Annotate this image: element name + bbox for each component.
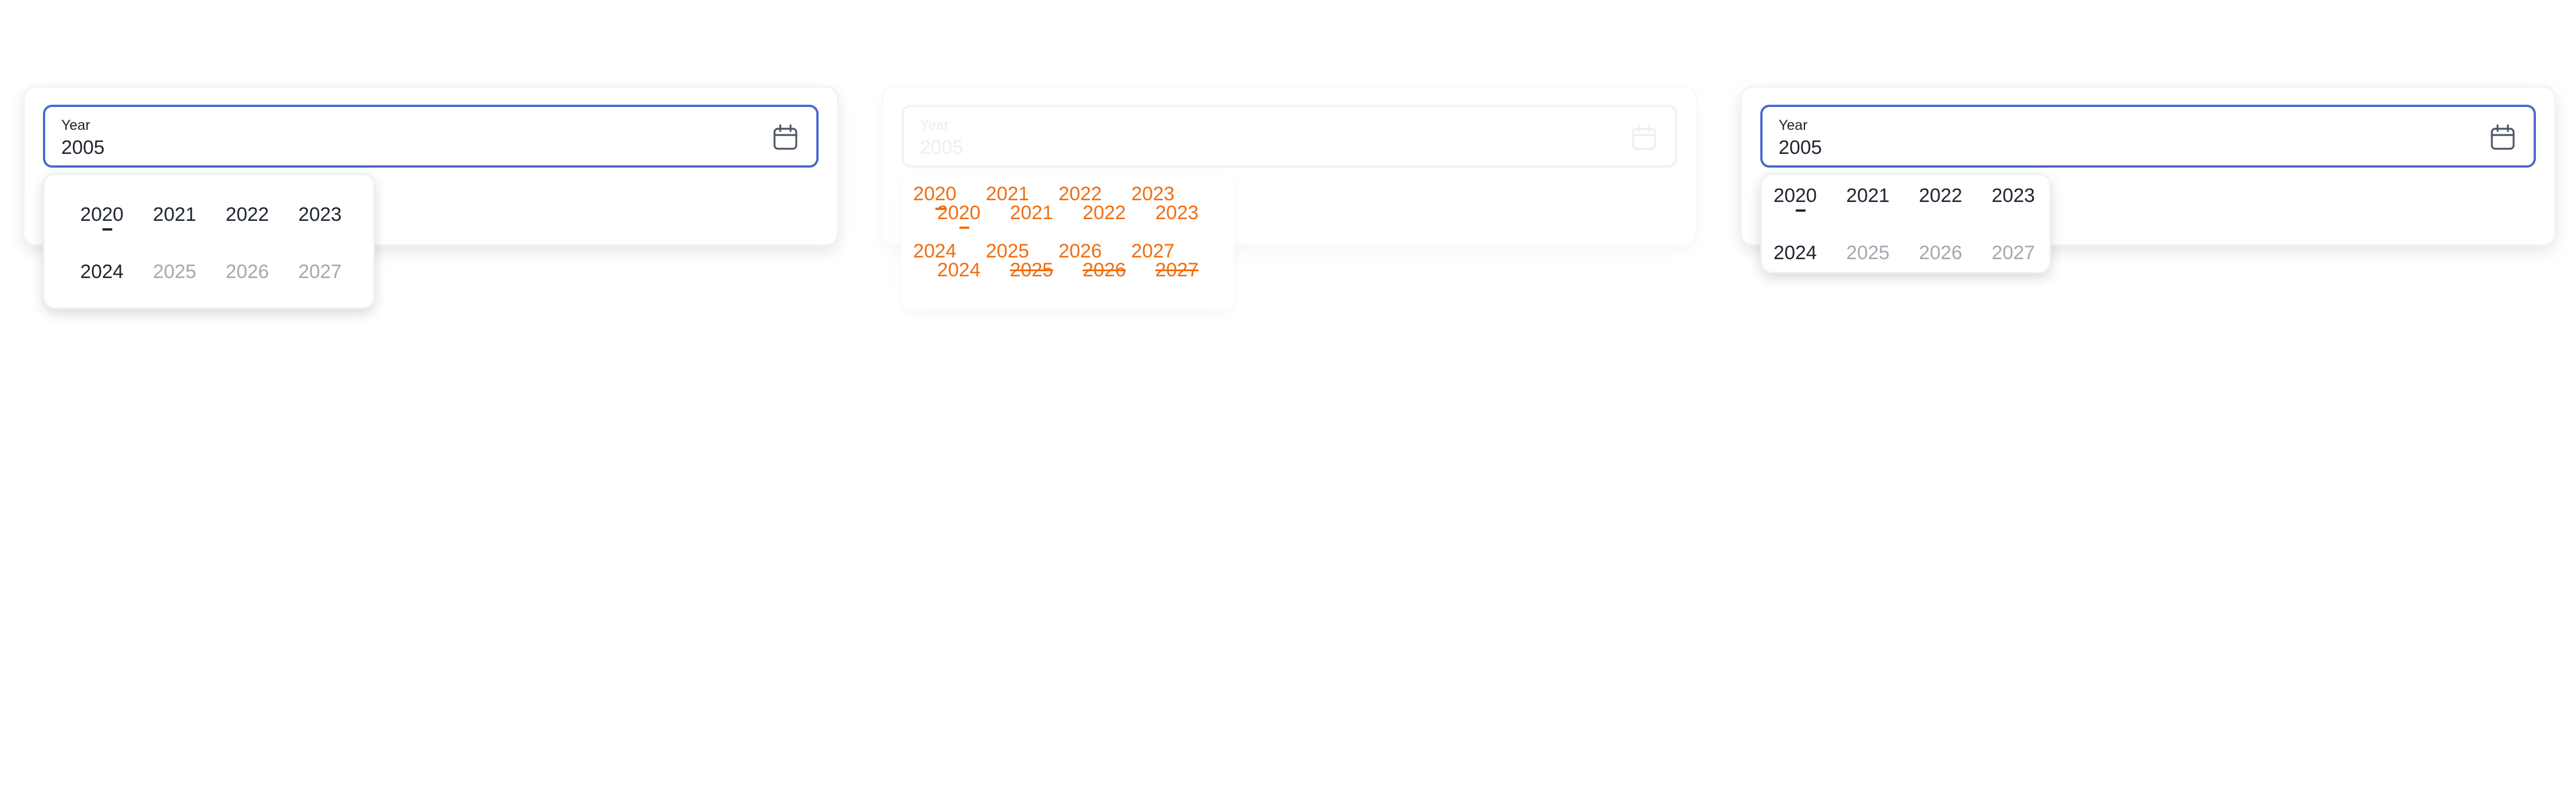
year-option-2025: 2025	[1846, 242, 1890, 264]
year-option-2026: 2026	[1919, 242, 1962, 264]
year-dropdown-right: 2020 2021 2022 2023 2024 2025 2026 2027	[1760, 173, 2051, 273]
year-option-2023: 2023	[1155, 202, 1199, 224]
year-option-2024: 2024	[937, 259, 981, 281]
year-field-value: 2005	[61, 137, 105, 158]
calendar-icon[interactable]	[2490, 124, 2515, 150]
year-option-2027: 2027	[1992, 242, 2035, 264]
year-option-2024[interactable]: 2024	[1761, 242, 1830, 264]
year-field-value: 2005	[1779, 137, 1822, 158]
year-option-2025: 2025	[153, 261, 196, 283]
year-option-2026: 2026	[1082, 259, 1126, 281]
year-option-2022[interactable]: 2022	[213, 204, 282, 226]
year-field-right[interactable]: Year 2005	[1760, 105, 2536, 168]
year-option-2021: 2021	[1010, 202, 1053, 224]
year-option-2023[interactable]: 2023	[1979, 185, 2048, 207]
year-option-2020[interactable]: 2020	[1761, 185, 1830, 207]
year-option-2021[interactable]: 2021	[1834, 185, 1902, 207]
year-dropdown-diff: 2020 2021 2022 2023 2024 2025 2026 2027 …	[902, 173, 1234, 309]
year-option-2020: 2020	[937, 202, 981, 224]
year-option-2027: 2027	[298, 261, 342, 283]
year-option-2022[interactable]: 2022	[1906, 185, 1975, 207]
year-option-2021[interactable]: 2021	[140, 204, 209, 226]
focus-indicator: 2	[958, 202, 970, 224]
year-field-label: Year	[920, 117, 949, 133]
year-option-2027: 2027	[1155, 259, 1199, 281]
year-field-left[interactable]: Year 2005	[43, 105, 819, 168]
year-option-2024[interactable]: 2024	[68, 261, 136, 283]
year-field-value: 2005	[920, 137, 963, 158]
year-option-2023[interactable]: 2023	[286, 204, 354, 226]
year-option-2022: 2022	[1082, 202, 1126, 224]
year-option-2025: 2025	[1010, 259, 1053, 281]
calendar-icon	[1632, 124, 1656, 150]
focus-indicator: 2	[1795, 185, 1806, 207]
year-dropdown-left: 2020 2021 2022 2023 2024 2025 2026 2027	[43, 173, 375, 309]
year-option-2020[interactable]: 2020	[68, 204, 136, 226]
year-field-diff: Year 2005	[902, 105, 1677, 168]
focus-indicator: 2	[101, 204, 113, 225]
year-field-label: Year	[61, 117, 90, 133]
calendar-icon[interactable]	[773, 124, 798, 150]
year-option-2026: 2026	[226, 261, 269, 283]
year-field-label: Year	[1779, 117, 1808, 133]
